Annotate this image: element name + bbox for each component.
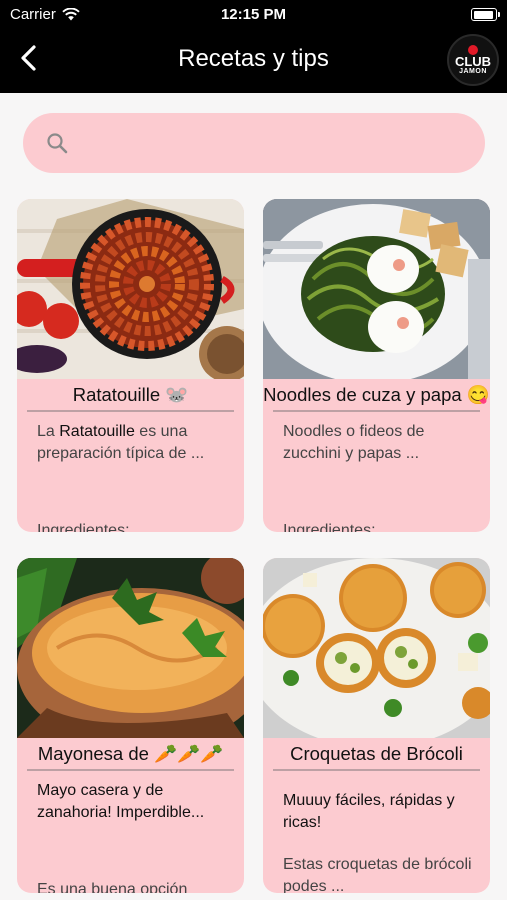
logo-line1: CLUB [454,53,492,69]
search-input[interactable] [79,133,459,153]
divider [273,769,480,771]
recipe-title: Croquetas de Brócoli [290,743,463,764]
status-bar: Carrier 12:15 PM [0,0,507,30]
app-screen: Carrier 12:15 PM Recetas y tips CLUB JAM… [0,0,507,900]
logo-line2: JAMON [459,67,487,75]
recipe-description: Mayo casera y de zanahoria! Imperdible..… [37,782,205,821]
recipe-description-extra: Estas croquetas de brócoli podes ... [283,856,472,893]
divider [27,769,234,771]
clock: 12:15 PM [220,6,287,23]
recipe-image-ratatouille [17,199,244,379]
desc-bold: Ratatouille [59,423,135,440]
desc-text-pre: La [37,423,60,440]
club-jamon-logo[interactable]: CLUB JAMON [447,34,499,86]
logo-dot [468,44,478,55]
recipe-footer-text: Ingredientes: [37,522,130,532]
recipe-description: Noodles o fideos de zucchini y papas ... [283,423,425,462]
recipe-card-ratatouille[interactable]: Ratatouille 🐭 La Ratatouille es una prep… [17,199,244,532]
recipe-description: La Ratatouille es una preparación típica… [37,421,232,465]
recipe-title: Mayonesa de 🥕🥕🥕 [37,743,224,764]
recipe-description: Muuuy fáciles, rápidas y ricas! [283,792,455,831]
search-bar[interactable] [23,113,485,173]
recipe-image-mayonesa [17,558,244,738]
divider [27,410,234,412]
recipe-footer-text: Ingredientes: [283,522,376,532]
page-title: Recetas y tips [178,45,329,72]
recipe-image-croquetas [263,558,490,738]
recipe-title: Ratatouille 🐭 [72,384,189,405]
recipe-title: Noodles de cuza y papa 😋 [263,384,490,405]
battery-icon [471,8,500,21]
nav-bar: Carrier 12:15 PM Recetas y tips CLUB JAM… [0,0,507,93]
recipe-footer-text: Es una buena opción [37,881,188,893]
search-icon [47,133,68,154]
recipe-card-noodles[interactable]: Noodles de cuza y papa 😋 Noodles o fideo… [263,199,490,532]
recipe-card-mayonesa[interactable]: Mayonesa de 🥕🥕🥕 Mayo casera y de zanahor… [17,558,244,893]
recipe-image-noodles [263,199,490,379]
divider [273,410,480,412]
recipe-card-croquetas[interactable]: Croquetas de Brócoli Muuuy fáciles, rápi… [263,558,490,893]
